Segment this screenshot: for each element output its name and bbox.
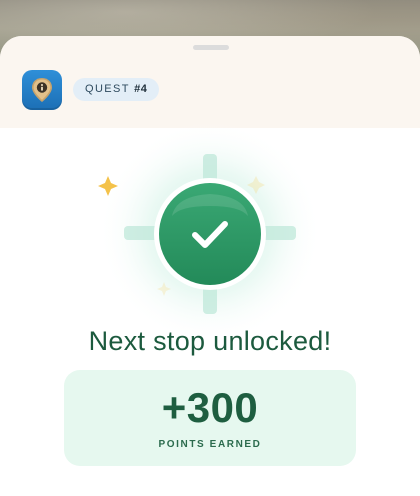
success-illustration — [98, 120, 322, 336]
unlock-headline: Next stop unlocked! — [88, 326, 332, 356]
points-label: POINTS EARNED — [158, 439, 262, 450]
quest-complete-sheet: QUEST #4 Next stop unlocked! +300 POINTS… — [0, 36, 420, 496]
points-card: +300 POINTS EARNED — [64, 370, 356, 466]
points-value: +300 — [161, 384, 259, 431]
